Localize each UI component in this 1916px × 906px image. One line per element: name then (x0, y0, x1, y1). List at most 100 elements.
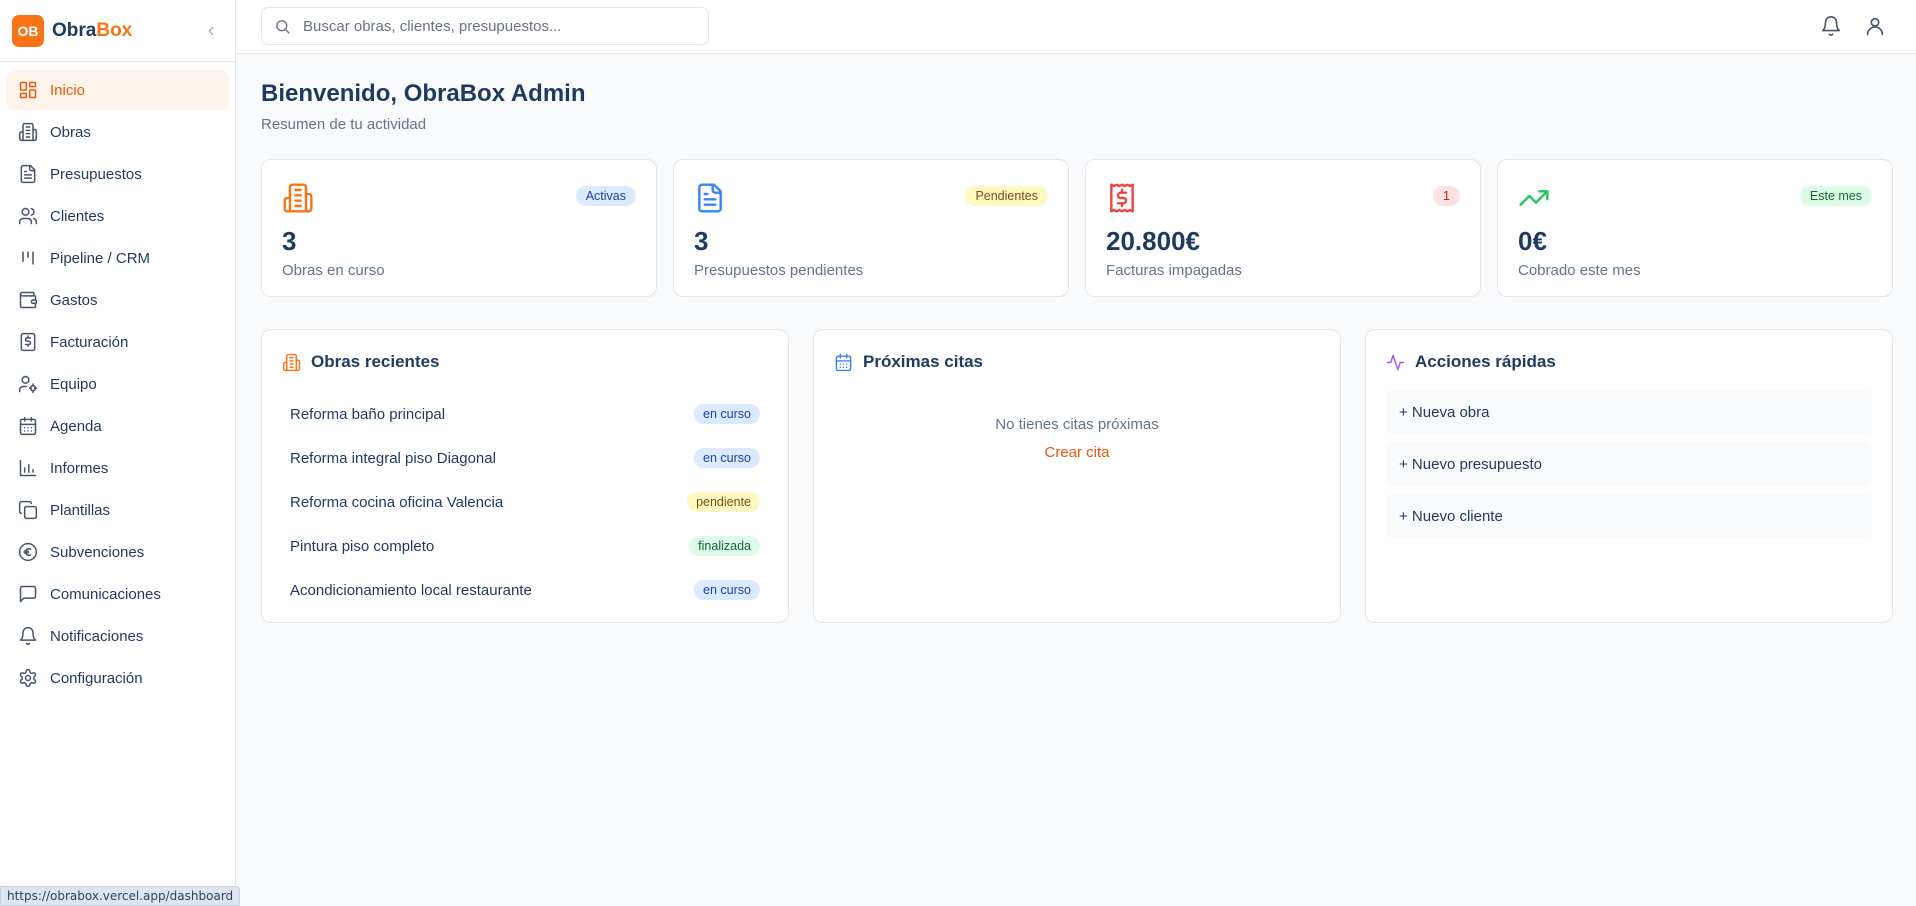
stat-value: 3 (694, 226, 709, 256)
sidebar-item-label: Facturación (50, 333, 129, 351)
stat-card-facturas[interactable]: 1 20.800€ Facturas impagadas (1085, 159, 1481, 297)
status-badge: en curso (694, 404, 760, 424)
sidebar-item-facturacion[interactable]: Facturación (6, 322, 229, 362)
list-item[interactable]: Acondicionamiento local restaurante en c… (290, 568, 760, 612)
building-icon (18, 122, 38, 142)
panel-title: Obras recientes (311, 352, 440, 371)
sidebar-item-label: Informes (50, 459, 109, 477)
sidebar-item-notificaciones[interactable]: Notificaciones (6, 616, 229, 656)
sidebar-item-obras[interactable]: Obras (6, 112, 229, 152)
sidebar-item-comunicaciones[interactable]: Comunicaciones (6, 574, 229, 614)
bell-icon[interactable] (1820, 15, 1842, 37)
panels-row: Obras recientes Reforma baño principal e… (261, 329, 1893, 623)
list-item[interactable]: Reforma cocina oficina Valencia pendient… (290, 480, 760, 524)
create-appointment-link[interactable]: Crear cita (814, 444, 1340, 461)
sidebar-item-clientes[interactable]: Clientes (6, 196, 229, 236)
sidebar-item-label: Notificaciones (50, 627, 144, 645)
appointments-panel: Próximas citas No tienes citas próximas … (813, 329, 1341, 623)
list-item[interactable]: Reforma integral piso Diagonal en curso (290, 436, 760, 480)
brand-name-part2: Box (96, 19, 133, 41)
calendar-icon (18, 416, 38, 436)
search-icon (274, 18, 291, 35)
receipt-icon (18, 332, 38, 352)
status-badge: finalizada (689, 536, 760, 556)
search-box[interactable] (261, 7, 709, 45)
file-text-icon (694, 182, 726, 214)
new-work-button[interactable]: + Nueva obra (1386, 390, 1872, 434)
sidebar-item-inicio[interactable]: Inicio (6, 70, 229, 110)
work-name: Reforma integral piso Diagonal (290, 449, 496, 467)
status-badge: Activas (575, 186, 636, 206)
users-icon (18, 206, 38, 226)
status-badge: 1 (1433, 186, 1460, 206)
building-icon (282, 353, 301, 372)
sidebar-nav: Inicio Obras Presupuestos Clientes Pipel… (0, 62, 235, 708)
sidebar-item-agenda[interactable]: Agenda (6, 406, 229, 446)
sidebar-item-label: Gastos (50, 291, 98, 309)
stat-card-presupuestos[interactable]: Pendientes 3 Presupuestos pendientes (673, 159, 1069, 297)
stat-label: Obras en curso (282, 262, 385, 279)
receipt-icon (1106, 182, 1138, 214)
work-name: Acondicionamiento local restaurante (290, 581, 532, 599)
search-input[interactable] (303, 17, 693, 35)
stat-value: 0€ (1518, 226, 1547, 256)
sidebar-item-label: Subvenciones (50, 543, 145, 561)
status-url: https://obrabox.vercel.app/dashboard (0, 886, 241, 906)
work-name: Reforma cocina oficina Valencia (290, 493, 504, 511)
sidebar-item-presupuestos[interactable]: Presupuestos (6, 154, 229, 194)
brand-name-part1: Obra (52, 19, 97, 41)
new-budget-button[interactable]: + Nuevo presupuesto (1386, 442, 1872, 486)
page-title: Bienvenido, ObraBox Admin (261, 80, 586, 107)
sidebar-item-label: Plantillas (50, 501, 111, 519)
kanban-icon (18, 248, 38, 268)
brand-logo[interactable]: OB (12, 14, 44, 47)
file-text-icon (18, 164, 38, 184)
euro-icon (18, 542, 38, 562)
message-square-icon (18, 584, 38, 604)
status-badge: pendiente (687, 492, 760, 512)
trending-up-icon (1518, 182, 1550, 214)
panel-title: Acciones rápidas (1415, 352, 1556, 371)
work-name: Pintura piso completo (290, 537, 435, 555)
sidebar-item-label: Obras (50, 123, 91, 141)
calendar-icon (834, 353, 853, 372)
empty-state-text: No tienes citas próximas (995, 416, 1159, 433)
sidebar-item-plantillas[interactable]: Plantillas (6, 490, 229, 530)
stats-row: Activas 3 Obras en curso Pendientes 3 Pr… (261, 159, 1893, 297)
stat-value: 3 (282, 226, 297, 256)
sidebar-item-equipo[interactable]: Equipo (6, 364, 229, 404)
sidebar-item-label: Agenda (50, 417, 102, 435)
sidebar-item-pipeline-crm[interactable]: Pipeline / CRM (6, 238, 229, 278)
brand-name[interactable]: ObraBox (52, 20, 132, 42)
quick-actions-panel: Acciones rápidas + Nueva obra + Nuevo pr… (1365, 329, 1893, 623)
sidebar-item-gastos[interactable]: Gastos (6, 280, 229, 320)
user-cog-icon (18, 374, 38, 394)
settings-icon (18, 668, 38, 688)
wallet-icon (18, 290, 38, 310)
list-item[interactable]: Reforma baño principal en curso (290, 392, 760, 436)
sidebar-item-label: Equipo (50, 375, 97, 393)
new-client-button[interactable]: + Nuevo cliente (1386, 494, 1872, 538)
brand-header: OB ObraBox (0, 0, 235, 62)
stat-label: Presupuestos pendientes (694, 262, 864, 279)
panel-title: Próximas citas (863, 352, 984, 371)
user-icon[interactable] (1864, 15, 1886, 37)
building-icon (282, 182, 314, 214)
sidebar-item-label: Clientes (50, 207, 105, 225)
layout-dashboard-icon (18, 80, 38, 100)
sidebar-item-informes[interactable]: Informes (6, 448, 229, 488)
stat-label: Cobrado este mes (1518, 262, 1641, 279)
sidebar-item-configuracion[interactable]: Configuración (6, 658, 229, 698)
stat-card-obras[interactable]: Activas 3 Obras en curso (261, 159, 657, 297)
sidebar: OB ObraBox Inicio Obras Presupuestos Cli… (0, 0, 241, 906)
recent-works-panel: Obras recientes Reforma baño principal e… (261, 329, 789, 623)
page-subtitle: Resumen de tu actividad (261, 116, 427, 133)
stat-label: Facturas impagadas (1106, 262, 1242, 279)
sidebar-item-label: Comunicaciones (50, 585, 161, 603)
stat-card-cobrado[interactable]: Este mes 0€ Cobrado este mes (1497, 159, 1893, 297)
sidebar-item-subvenciones[interactable]: Subvenciones (6, 532, 229, 572)
chevron-left-icon[interactable] (199, 19, 223, 43)
status-badge: en curso (694, 580, 760, 600)
status-badge: Este mes (1799, 186, 1872, 206)
list-item[interactable]: Pintura piso completo finalizada (290, 524, 760, 568)
